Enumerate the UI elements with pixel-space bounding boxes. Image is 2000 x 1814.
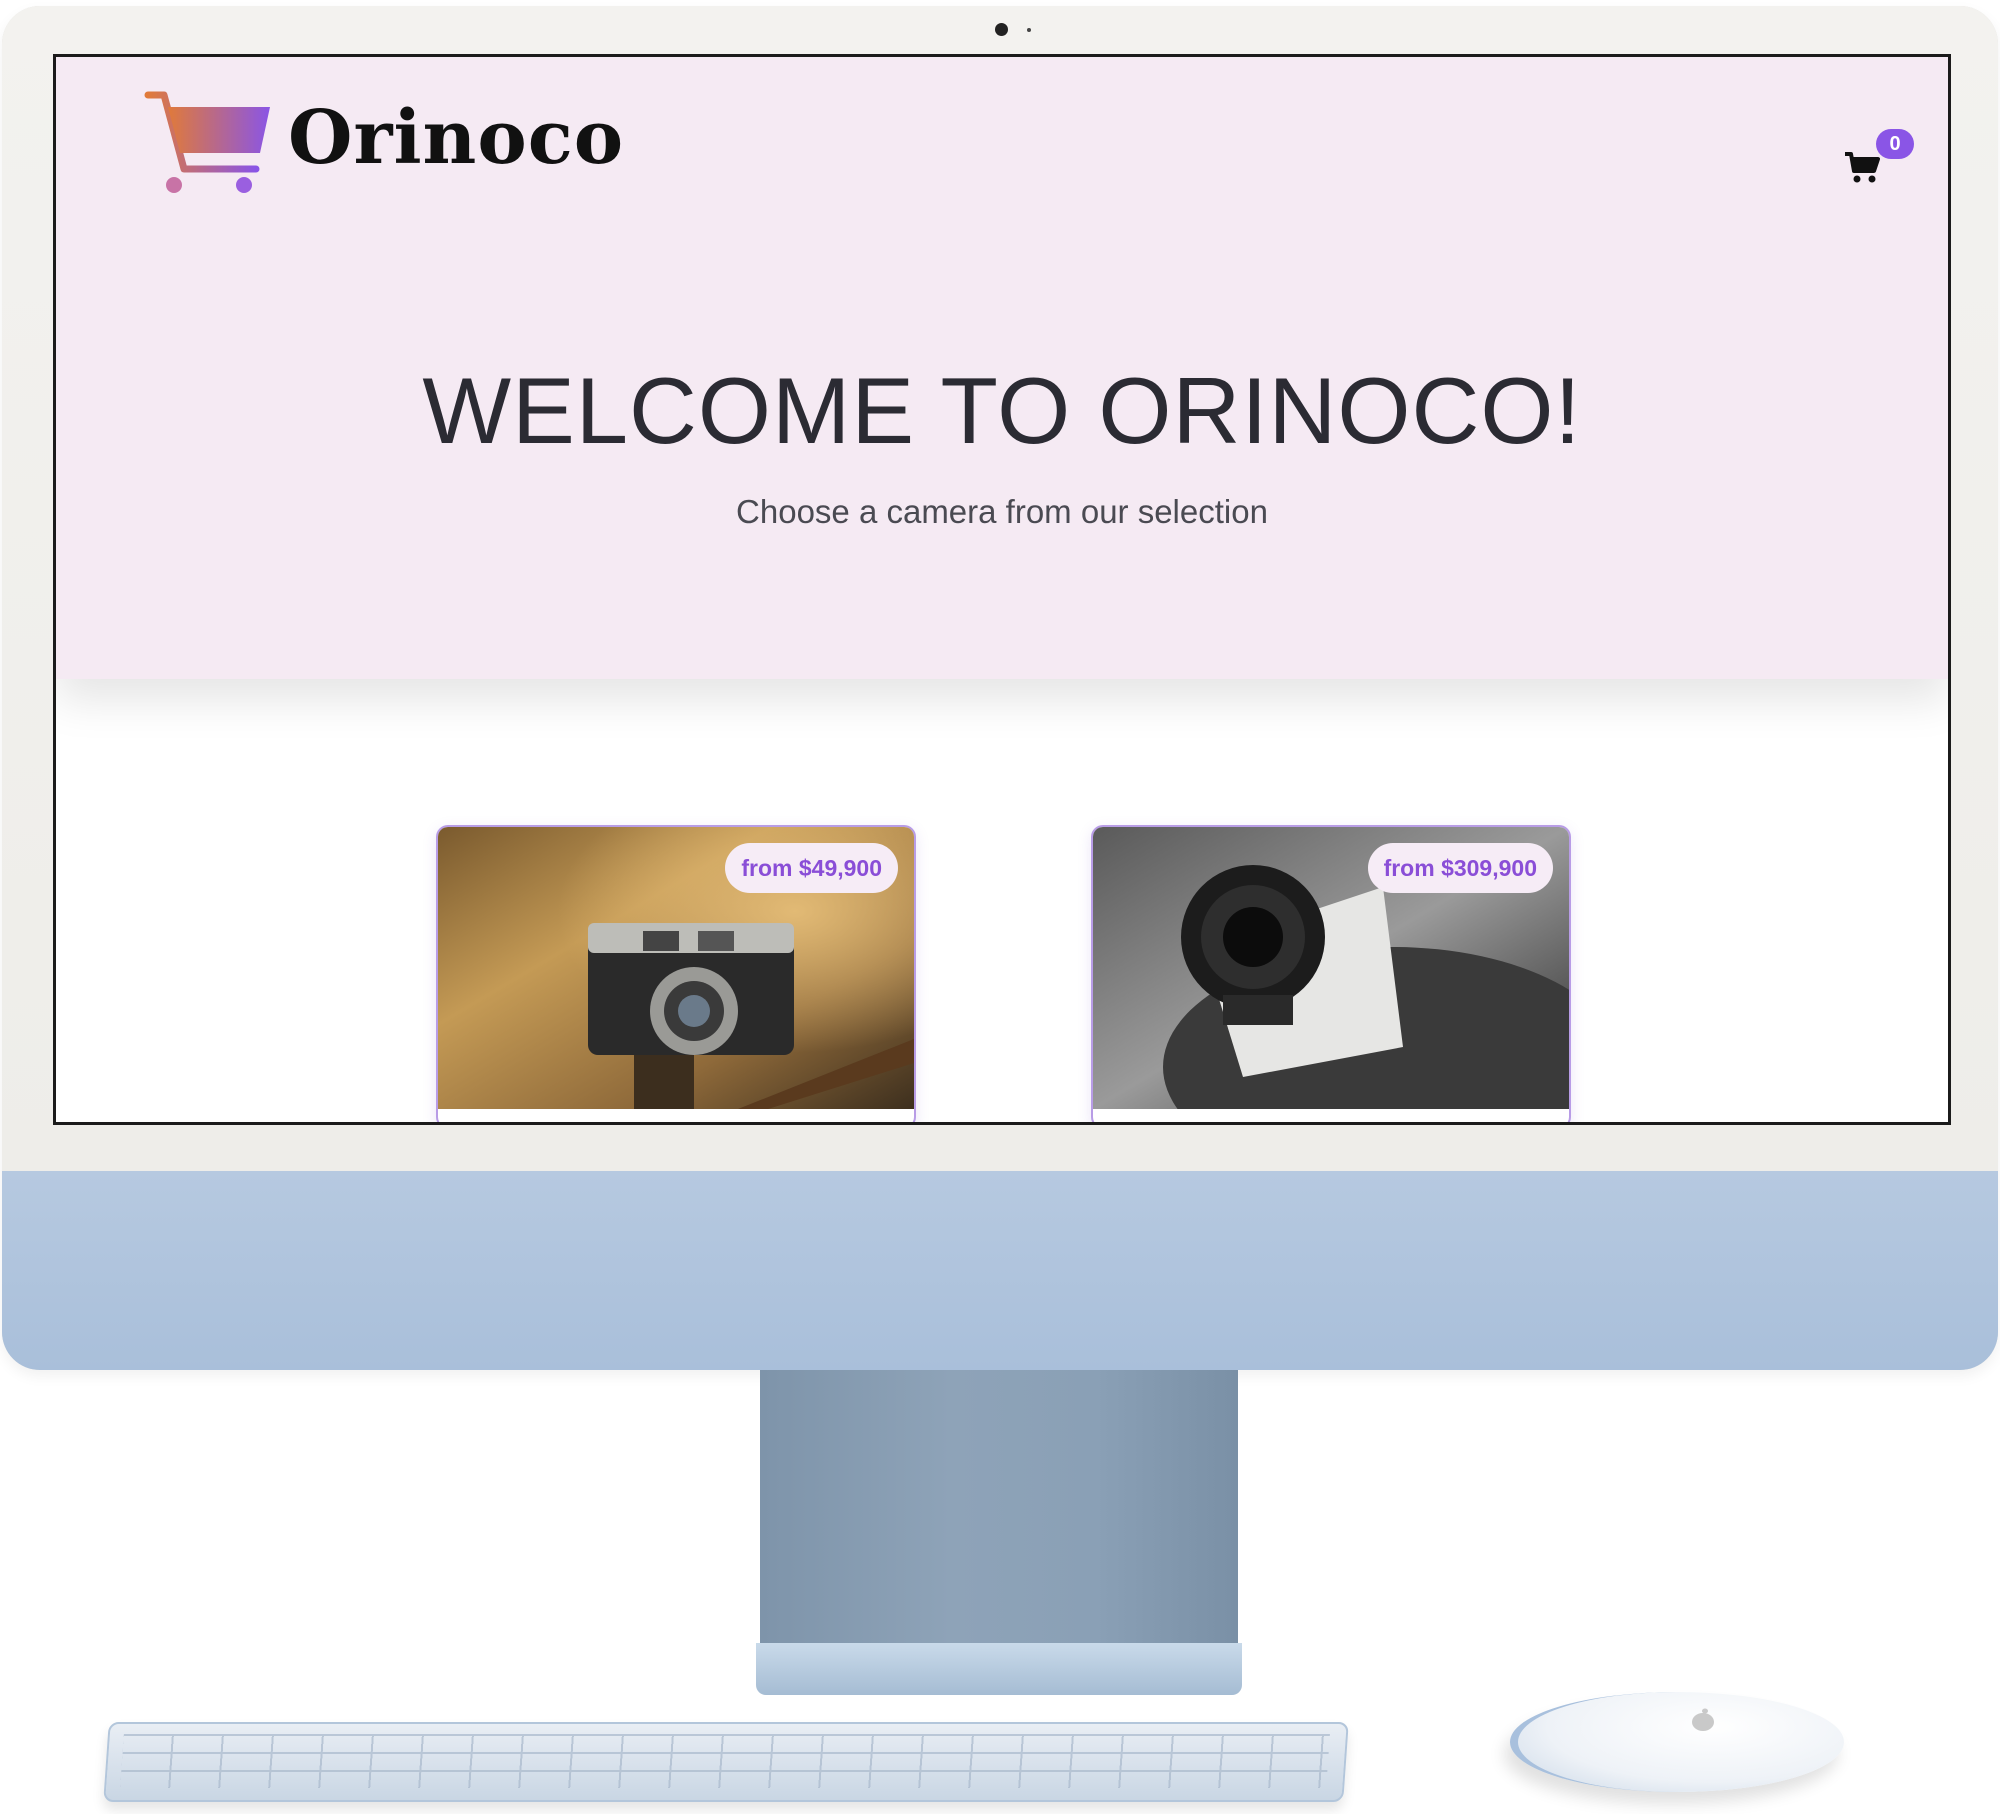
price-badge: from $49,900 (725, 843, 898, 893)
brand-name[interactable]: Orinoco (288, 95, 624, 181)
logo-cart-icon[interactable] (144, 89, 274, 199)
page-subtitle: Choose a camera from our selection (736, 493, 1268, 530)
keyboard-keys (120, 1734, 1330, 1788)
webcam-led (1027, 28, 1031, 32)
imac-stand-foot (756, 1643, 1242, 1695)
product-card[interactable]: from $49,900 (436, 825, 916, 1122)
imac-chin (2, 1171, 1998, 1370)
hero-section: Orinoco 0 WELCOME TO ORINOCO! Choose a c… (56, 57, 1948, 679)
cart-count-badge: 0 (1876, 129, 1914, 159)
imac-frame: Orinoco 0 WELCOME TO ORINOCO! Choose a c… (2, 6, 1998, 1370)
shopping-cart-icon (1845, 152, 1880, 183)
price-badge: from $309,900 (1367, 843, 1553, 893)
product-card[interactable]: from $309,900 (1091, 825, 1571, 1122)
apple-logo-icon (1692, 1708, 1714, 1731)
screen: Orinoco 0 WELCOME TO ORINOCO! Choose a c… (53, 54, 1951, 1125)
imac-stand (760, 1370, 1238, 1655)
keyboard (103, 1722, 1349, 1802)
page-title: WELCOME TO ORINOCO! (422, 358, 1582, 463)
webcam-icon (995, 23, 1008, 36)
cart-button[interactable]: 0 (1844, 129, 1914, 193)
magic-mouse (1510, 1692, 1844, 1792)
